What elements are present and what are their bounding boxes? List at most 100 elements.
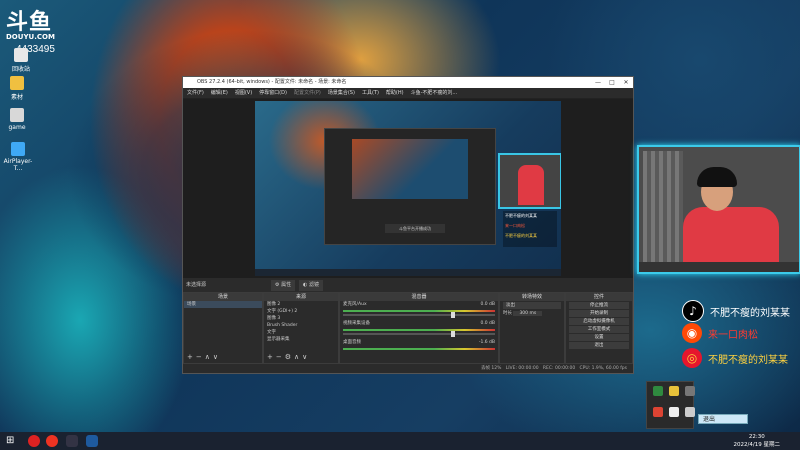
game-icon xyxy=(10,108,24,122)
recycle-bin-icon xyxy=(14,48,28,62)
preview-nested-wallpaper xyxy=(352,139,468,199)
tray-app-icon[interactable] xyxy=(685,407,695,417)
mixer-channel-video: 视频采集设备 0.0 dB xyxy=(343,321,495,326)
scenes-header: 场景 xyxy=(184,293,262,301)
video-level-meter xyxy=(343,329,495,331)
folder-icon xyxy=(10,76,24,90)
scenes-controls[interactable]: +−∧∨ xyxy=(187,353,221,361)
tray-app-icon[interactable] xyxy=(653,386,663,396)
sources-controls[interactable]: +−⚙∧∨ xyxy=(267,353,310,361)
social-tiktok: ♪ 不肥不瘦的刘某某 xyxy=(682,300,790,322)
stop-streaming-button[interactable]: 停止推流 xyxy=(569,302,629,309)
filters-button[interactable]: ◐ 滤镜 xyxy=(299,280,323,291)
taskbar-app-icon[interactable] xyxy=(46,435,58,447)
menu-edit[interactable]: 编辑(E) xyxy=(211,88,228,98)
tiktok-name: 不肥不瘦的刘某某 xyxy=(710,307,790,319)
controls-panel: 控件 停止推流 开始录制 启动虚拟摄像机 工作室模式 设置 退出 xyxy=(565,292,633,364)
menu-scene-collection[interactable]: 场景集合(S) xyxy=(328,88,355,98)
social-weibo: ◎ 不肥不瘦的刘某某 xyxy=(682,348,788,368)
tray-app-icon[interactable] xyxy=(669,407,679,417)
live-timer: LIVE: 00:00:00 xyxy=(505,366,539,371)
windows-start-icon[interactable]: ⊞ xyxy=(6,435,18,447)
transitions-panel: 转场特效 淡出 时长 300 ms xyxy=(499,292,565,364)
tray-app-icon[interactable] xyxy=(685,386,695,396)
desktop-icon-game[interactable]: game xyxy=(0,108,34,131)
video-volume-slider[interactable] xyxy=(343,331,495,337)
audio-mixer-panel: 混音器 麦克风/Aux 0.0 dB 视频采集设备 0.0 dB 桌面音频 -1.6 … xyxy=(339,292,499,364)
stream-preview[interactable]: 斗鱼平台开播成功 不肥不瘦的刘某某 来一口肉松 不肥不瘦的刘某某 xyxy=(255,101,561,276)
menu-file[interactable]: 文件(F) xyxy=(187,88,204,98)
close-button[interactable]: ✕ xyxy=(619,77,633,88)
desktop-level-meter xyxy=(343,348,495,350)
steam-icon[interactable] xyxy=(66,435,78,447)
taskbar-app-icon[interactable] xyxy=(86,435,98,447)
airplayer-icon xyxy=(11,142,25,156)
mixer-header: 混音器 xyxy=(340,293,498,301)
source-item[interactable]: 文字 (GDI+) 2 xyxy=(264,308,338,315)
obs-window-title: OBS 27.2.4 (64-bit, windows) - 配置文件: 未命名… xyxy=(197,79,347,85)
preview-camera-person xyxy=(518,165,544,205)
menu-profile[interactable]: 配置文件(P) xyxy=(294,88,321,98)
menu-help[interactable]: 帮助(H) xyxy=(386,88,404,98)
start-recording-button[interactable]: 开始录制 xyxy=(569,310,629,317)
rec-timer: REC: 00:00:00 xyxy=(542,366,576,371)
desk xyxy=(639,262,799,272)
dropped-frames: 丢帧 12% xyxy=(480,366,502,371)
webcam-overlay xyxy=(637,145,800,274)
sources-header: 来源 xyxy=(264,293,338,301)
properties-button[interactable]: ⚙ 属性 xyxy=(271,280,296,291)
menu-view[interactable]: 视图(V) xyxy=(235,88,252,98)
preview-social-overlay: 不肥不瘦的刘某某 来一口肉松 不肥不瘦的刘某某 xyxy=(503,211,557,247)
source-item[interactable]: Brush Shader xyxy=(264,322,338,329)
preview-social-1: 不肥不瘦的刘某某 xyxy=(505,213,537,218)
sources-panel: 来源 图像 2 文字 (GDI+) 2 图像 3 Brush Shader 文字… xyxy=(263,292,339,364)
preview-social-2: 来一口肉松 xyxy=(505,223,525,228)
controls-header: 控件 xyxy=(566,293,632,301)
status-bar: 丢帧 12% LIVE: 00:00:00 REC: 00:00:00 CPU:… xyxy=(183,363,633,373)
source-item[interactable]: 图像 3 xyxy=(264,315,338,322)
virtual-camera-button[interactable]: 启动虚拟摄像机 xyxy=(569,318,629,325)
maximize-button[interactable]: □ xyxy=(605,77,619,88)
taskbar: ⊞ 22:30 2022/4/19 星期二 xyxy=(0,432,800,450)
source-toolbar: 未选择源 ⚙ 属性 ◐ 滤镜 xyxy=(183,280,633,291)
source-item[interactable]: 图像 2 xyxy=(264,301,338,308)
social-kuaishou: ◉ 来一口肉松 xyxy=(682,323,758,343)
source-item[interactable]: 显示器采集 xyxy=(264,336,338,343)
desktop-icon-airplayer[interactable]: AirPlayer-T... xyxy=(0,142,36,172)
desktop-icon-assets[interactable]: 素材 xyxy=(0,76,34,101)
kuaishou-icon: ◉ xyxy=(682,323,702,343)
settings-button[interactable]: 设置 xyxy=(569,334,629,341)
no-source-label: 未选择源 xyxy=(186,282,207,288)
scene-item[interactable]: 场景 xyxy=(184,301,262,308)
studio-mode-button[interactable]: 工作室模式 xyxy=(569,326,629,333)
mic-volume-slider[interactable] xyxy=(343,312,495,318)
tray-overflow-popup xyxy=(646,381,695,429)
preview-nested-obs: 斗鱼平台开播成功 xyxy=(324,128,496,245)
menu-docks[interactable]: 停靠窗口(D) xyxy=(259,88,287,98)
tray-app-icon[interactable] xyxy=(669,386,679,396)
weibo-icon: ◎ xyxy=(682,348,702,368)
transition-duration: 时长 300 ms xyxy=(500,310,564,317)
scenes-panel: 场景 场景 +−∧∨ xyxy=(183,292,263,364)
cpu-usage: CPU: 1.9%, 60.00 fps xyxy=(579,366,628,371)
obs-menubar: 文件(F) 编辑(E) 视图(V) 停靠窗口(D) 配置文件(P) 场景集合(S… xyxy=(183,88,633,99)
tray-exit-menu-item[interactable]: 退出 xyxy=(698,414,748,424)
preview-camera xyxy=(498,153,561,209)
streamer-person xyxy=(683,167,783,270)
taskbar-app-icon[interactable] xyxy=(28,435,40,447)
desktop-icon-recycle-bin[interactable]: 回收站 xyxy=(4,48,38,73)
transitions-header: 转场特效 xyxy=(500,293,564,301)
system-clock[interactable]: 22:30 2022/4/19 星期二 xyxy=(734,433,780,449)
minimize-button[interactable]: — xyxy=(591,77,605,88)
tray-app-icon[interactable] xyxy=(653,407,663,417)
menu-douyu[interactable]: 斗鱼-不肥不瘦的刘... xyxy=(411,88,458,98)
duration-input[interactable]: 300 ms xyxy=(513,311,543,316)
obs-window: OBS 27.2.4 (64-bit, windows) - 配置文件: 未命名… xyxy=(182,76,634,374)
menu-tools[interactable]: 工具(T) xyxy=(362,88,379,98)
source-item[interactable]: 文字 xyxy=(264,329,338,336)
background-curtain xyxy=(643,151,683,266)
exit-button[interactable]: 退出 xyxy=(569,342,629,349)
preview-area: 斗鱼平台开播成功 不肥不瘦的刘某某 来一口肉松 不肥不瘦的刘某某 xyxy=(183,99,633,278)
mic-level-meter xyxy=(343,310,495,312)
transition-select[interactable]: 淡出 xyxy=(503,302,561,309)
